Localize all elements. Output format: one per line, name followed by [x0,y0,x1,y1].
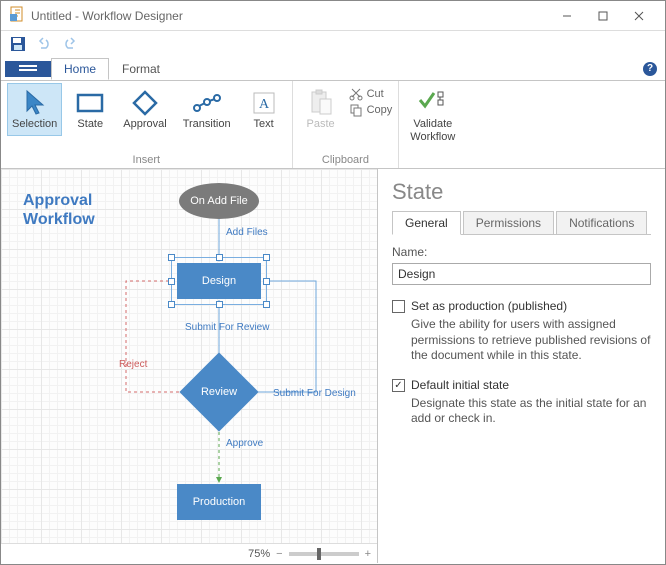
svg-text:A: A [259,97,270,112]
zoom-value: 75% [248,548,270,560]
redo-button[interactable] [59,33,81,55]
approval-button[interactable]: Approval [118,83,171,136]
title-bar: Untitled - Workflow Designer [1,1,665,31]
minimize-button[interactable] [549,2,585,30]
initial-desc: Designate this state as the initial stat… [411,396,651,427]
status-bar: 75% − + [1,543,377,563]
state-button[interactable]: State [68,83,112,136]
tab-general[interactable]: General [392,211,461,235]
app-icon [9,6,25,25]
transition-button[interactable]: Transition [178,83,236,136]
name-label: Name: [392,245,651,259]
scissors-icon [349,87,363,101]
name-field[interactable] [392,263,651,285]
production-checkbox[interactable] [392,300,405,313]
edge-submit-design: Submit For Design [273,388,356,399]
ribbon: Selection State Approval Transition A Te… [1,81,665,169]
close-button[interactable] [621,2,657,30]
zoom-slider[interactable] [289,552,359,556]
initial-checkbox[interactable]: ✓ [392,379,405,392]
workspace: Approval Workflow Add Files Submit For R… [1,169,665,563]
node-review[interactable]: Review [191,364,247,420]
edge-approve: Approve [226,438,263,449]
tab-format[interactable]: Format [109,58,173,80]
tab-home[interactable]: Home [51,58,109,80]
node-start[interactable]: On Add File [179,183,259,219]
ribbon-group-clipboard: Paste Cut Copy Clipboard [293,81,400,168]
production-checkbox-row[interactable]: Set as production (published) [392,299,651,313]
copy-icon [349,103,363,117]
undo-button[interactable] [33,33,55,55]
production-desc: Give the ability for users with assigned… [411,317,651,364]
quick-access-toolbar [1,31,665,57]
edge-reject: Reject [119,359,147,370]
copy-button[interactable]: Copy [349,103,393,117]
node-design[interactable]: Design [177,263,261,299]
panel-title: State [392,179,651,205]
ribbon-group-validate: Validate Workflow [399,81,466,168]
panel-tabs: General Permissions Notifications [392,211,651,235]
ribbon-tabs: Home Format ? [1,57,665,81]
canvas[interactable]: Approval Workflow Add Files Submit For R… [1,169,378,563]
save-button[interactable] [7,33,29,55]
text-button[interactable]: A Text [242,83,286,136]
edge-submit-review: Submit For Review [185,322,269,333]
paste-button[interactable]: Paste [299,83,343,136]
validate-button[interactable]: Validate Workflow [405,83,460,148]
cut-button[interactable]: Cut [349,87,393,101]
ribbon-group-insert: Selection State Approval Transition A Te… [1,81,293,168]
help-icon[interactable]: ? [643,62,657,76]
node-production[interactable]: Production [177,484,261,520]
tab-permissions[interactable]: Permissions [463,211,554,235]
initial-checkbox-row[interactable]: ✓ Default initial state [392,378,651,392]
properties-panel: State General Permissions Notifications … [378,169,665,563]
tab-notifications[interactable]: Notifications [556,211,647,235]
selection-button[interactable]: Selection [7,83,62,136]
file-tab[interactable] [5,61,51,77]
edge-add-files: Add Files [226,227,268,238]
maximize-button[interactable] [585,2,621,30]
window-title: Untitled - Workflow Designer [31,9,549,23]
